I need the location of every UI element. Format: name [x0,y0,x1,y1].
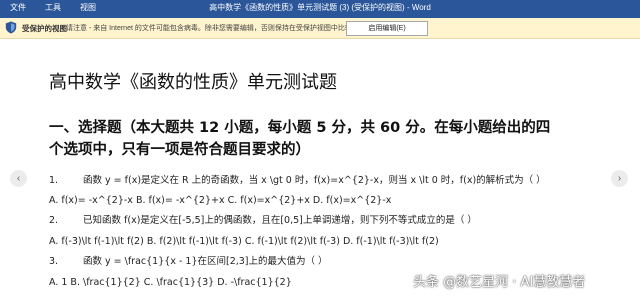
chevron-left-icon: ‹ [16,173,21,184]
question-number: 2. [49,215,59,226]
title-bar: 文件 工具 视图 高中数学《函数的性质》单元测试题 (3) (受保护的视图) -… [0,0,640,18]
question-1: 1. 函数 y = f(x)是定义在 R 上的奇函数，当 x \gt 0 时，f(… [49,175,546,187]
document-heading: 高中数学《函数的性质》单元测试题 [49,72,337,93]
question-number: 3. [49,256,59,267]
chevron-right-icon: › [617,173,622,184]
question-text: 函数 y = f(x)是定义在 R 上的奇函数，当 x \gt 0 时，f(x)… [83,175,546,186]
enable-editing-button[interactable]: 启用编辑(E) [346,21,428,36]
question-3: 3. 函数 y = \frac{1}{x - 1}在区间[2,3]上的最大值为（ … [49,256,328,268]
question-text: 函数 y = \frac{1}{x - 1}在区间[2,3]上的最大值为（ ） [83,256,328,267]
protected-view-title: 受保护的视图 [22,24,67,33]
section-title-line-2: 个选项中，只有一项是符合题目要求的） [49,142,310,158]
shield-icon [5,21,17,34]
question-text: 已知函数 f(x)是定义在[-5,5]上的偶函数，且在[0,5]上单调递增，则下… [83,215,477,226]
question-2: 2. 已知函数 f(x)是定义在[-5,5]上的偶函数，且在[0,5]上单调递增，… [49,215,477,227]
watermark: 头条 @数艺星河 · AI慧教慧者 [413,275,586,290]
question-2-options: A. f(-3)\lt f(-1)\lt f(2) B. f(2)\lt f(-… [49,236,439,247]
question-number: 1. [49,175,59,186]
next-page-button[interactable]: › [611,170,628,187]
protected-view-bar: 受保护的视图 请注意 - 来自 Internet 的文件可能包含病毒。除非您需要… [0,18,640,39]
prev-page-button[interactable]: ‹ [10,170,27,187]
question-3-options: A. 1 B. \frac{1}{2} C. \frac{1}{3} D. -\… [49,277,292,288]
protected-view-message: 请注意 - 来自 Internet 的文件可能包含病毒。除非您需要编辑，否则保持… [66,25,373,32]
window-title: 高中数学《函数的性质》单元测试题 (3) (受保护的视图) - Word [209,3,431,12]
question-1-options: A. f(x)= -x^{2}-x B. f(x)= -x^{2}+x C. f… [49,195,392,206]
section-title-line-1: 一、选择题（本大题共 12 小题，每小题 5 分，共 60 分。在每小题给出的四 [49,120,551,136]
